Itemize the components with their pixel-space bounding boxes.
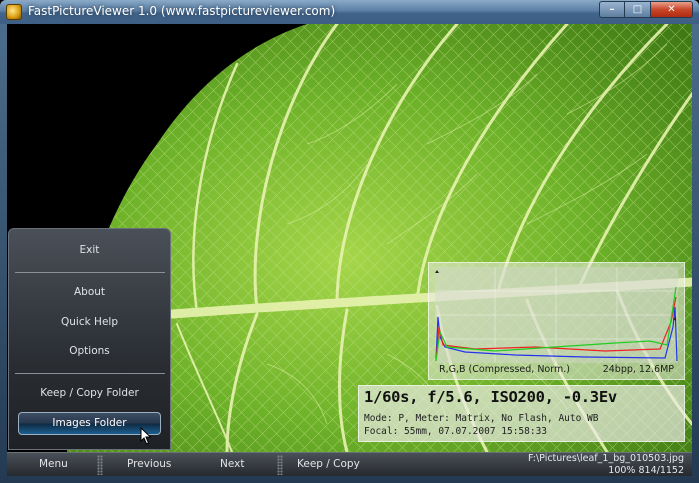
image-position: 814/1152: [638, 465, 684, 476]
app-window: FastPictureViewer 1.0 (www.fastpicturevi…: [0, 0, 699, 483]
mode-info: Mode: P, Meter: Matrix, No Flash, Auto W…: [364, 413, 599, 424]
menu-item-about[interactable]: About: [9, 286, 170, 298]
menu-separator: [15, 272, 165, 273]
histogram-panel: R,G,B (Compressed, Norm.) 24bpp, 12.6MP: [428, 262, 685, 380]
maximize-button[interactable]: □: [625, 1, 651, 18]
menu-item-keep-copy-folder[interactable]: Keep / Copy Folder: [9, 387, 170, 399]
file-path: F:\Pictures\leaf_1_bg_010503.jpg: [528, 453, 684, 464]
main-menu: Exit About Quick Help Options Keep / Cop…: [8, 228, 171, 450]
zoom-position: 100% 814/1152: [608, 465, 684, 476]
window-controls: – □ ✕: [599, 1, 693, 18]
exposure-info: 1/60s, f/5.6, ISO200, -0.3Ev: [364, 388, 617, 406]
histogram-label: R,G,B (Compressed, Norm.): [439, 364, 570, 375]
menu-item-quick-help[interactable]: Quick Help: [9, 316, 170, 328]
next-button[interactable]: Next: [220, 458, 244, 470]
image-format-info: 24bpp, 12.6MP: [602, 364, 674, 375]
menu-item-exit[interactable]: Exit: [9, 244, 170, 256]
menu-item-options[interactable]: Options: [9, 345, 170, 357]
exif-panel: 1/60s, f/5.6, ISO200, -0.3Ev Mode: P, Me…: [358, 385, 685, 442]
menu-separator: [15, 373, 165, 374]
minimize-button[interactable]: –: [599, 1, 625, 18]
zoom-level: 100%: [608, 465, 636, 476]
close-button[interactable]: ✕: [651, 1, 693, 18]
app-icon[interactable]: [6, 4, 22, 20]
title-bar[interactable]: FastPictureViewer 1.0 (www.fastpicturevi…: [0, 0, 699, 24]
window-title: FastPictureViewer 1.0 (www.fastpicturevi…: [28, 4, 336, 18]
previous-button[interactable]: Previous: [127, 458, 171, 470]
keep-copy-button[interactable]: Keep / Copy: [297, 458, 360, 470]
menu-button[interactable]: Menu: [39, 458, 68, 470]
toolbar-grip: [97, 455, 103, 475]
toolbar-grip: [277, 455, 283, 475]
focal-date-info: Focal: 55mm, 07.07.2007 15:58:33: [364, 426, 548, 437]
bottom-toolbar: Menu Previous Next Keep / Copy F:\Pictur…: [7, 452, 692, 476]
rgb-histogram: [435, 267, 678, 363]
mouse-cursor-icon: [140, 427, 152, 445]
